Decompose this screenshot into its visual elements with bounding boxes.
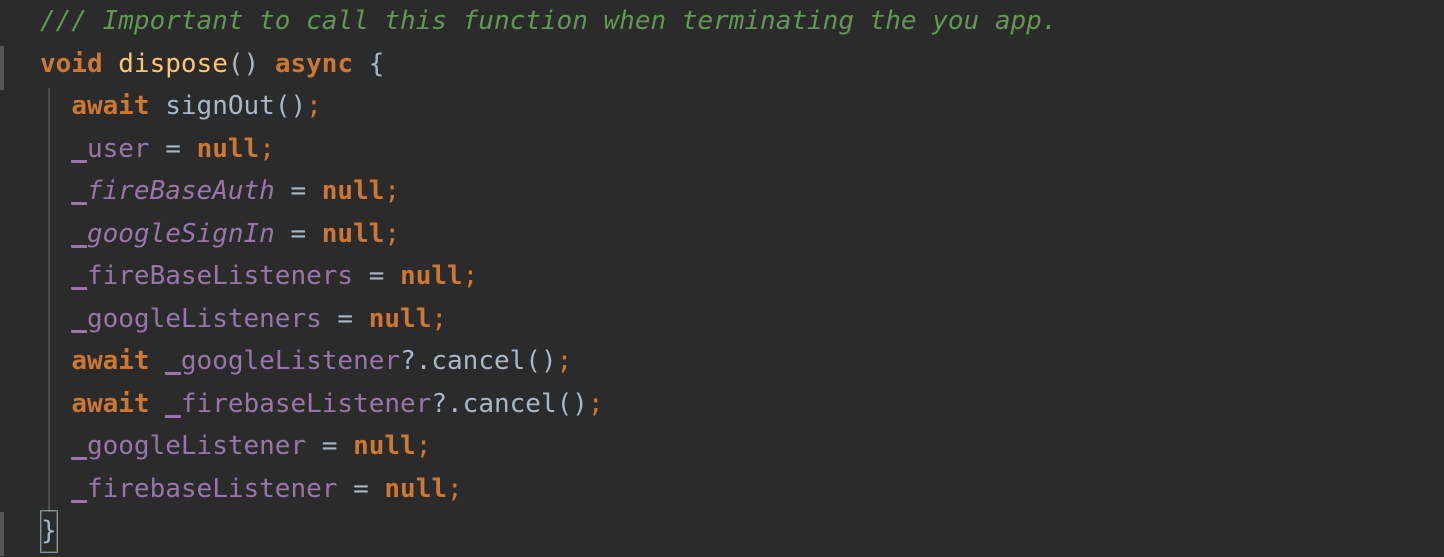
code-token-field: _user <box>71 133 150 164</box>
code-token-method: dispose <box>118 48 228 79</box>
code-token-keyword: await <box>71 91 150 121</box>
code-token-op: = <box>353 473 369 504</box>
code-lines-container[interactable]: /// Important to call this function when… <box>0 0 1444 553</box>
code-token-semi: ; <box>306 91 322 121</box>
code-token-keyword: null <box>321 218 385 249</box>
code-token-call: cancel <box>462 388 557 419</box>
code-line[interactable]: _user = null; <box>0 128 1444 171</box>
code-line[interactable]: await signOut(); <box>0 85 1444 128</box>
code-token-field: _googleListener <box>71 431 307 461</box>
code-line[interactable]: _googleListener = null; <box>0 425 1444 468</box>
code-line[interactable]: void dispose() async { <box>0 43 1444 86</box>
code-token-keyword: null <box>321 176 385 206</box>
code-token-field: _fireBaseListeners <box>71 261 354 291</box>
brace-match-highlight: } <box>40 510 58 553</box>
code-token-punct: ?. <box>431 388 463 419</box>
code-token-op: = <box>165 133 181 164</box>
code-token-semi: ; <box>384 176 401 206</box>
code-token-semi: ; <box>431 303 448 334</box>
code-token-keyword: void <box>40 48 103 79</box>
code-token-keyword: await <box>71 388 150 419</box>
code-token-keyword: await <box>71 346 150 376</box>
code-token-op: = <box>290 176 307 206</box>
code-line[interactable]: await _firebaseListener?.cancel(); <box>0 383 1444 426</box>
code-token-op: = <box>337 303 354 334</box>
code-token-semi: ; <box>462 261 479 291</box>
code-token-semi: ; <box>556 346 573 376</box>
code-token-field: _firebaseListener <box>165 388 432 419</box>
code-token-punct: () <box>525 346 557 376</box>
code-token-semi: ; <box>587 388 604 419</box>
code-token-op: = <box>368 261 385 291</box>
code-token-keyword: null <box>384 473 448 504</box>
code-token-brace: { <box>368 48 385 79</box>
code-token-keyword: null <box>196 133 260 164</box>
code-line[interactable]: } <box>0 510 1444 553</box>
code-token-punct: () <box>227 48 260 79</box>
code-token-field: _firebaseListener <box>71 473 338 504</box>
code-token-call: cancel <box>431 346 526 376</box>
code-token-keyword: null <box>368 303 432 334</box>
code-token-field-italic: _googleSignIn <box>71 218 275 249</box>
code-token-semi: ; <box>447 473 463 504</box>
code-token-comment: /// Important to call this function when… <box>40 6 1058 36</box>
code-token-punct: () <box>274 91 307 121</box>
code-token-punct: ?. <box>400 346 432 376</box>
code-token-field: _googleListener <box>165 346 401 376</box>
code-token-keyword: async <box>274 48 354 79</box>
code-line[interactable]: _fireBaseListeners = null; <box>0 255 1444 298</box>
code-token-field: _googleListeners <box>71 303 322 334</box>
code-line[interactable]: /// Important to call this function when… <box>0 0 1444 43</box>
code-token-semi: ; <box>415 431 432 461</box>
code-token-semi: ; <box>384 218 401 249</box>
code-token-keyword: null <box>353 431 416 461</box>
code-token-brace: } <box>41 516 57 546</box>
code-token-op: = <box>290 218 307 249</box>
code-token-op: = <box>321 431 338 461</box>
code-token-field-italic: _fireBaseAuth <box>71 176 275 206</box>
code-line[interactable]: _googleListeners = null; <box>0 298 1444 341</box>
code-line[interactable]: await _googleListener?.cancel(); <box>0 340 1444 383</box>
code-editor-viewport[interactable]: /// Important to call this function when… <box>0 0 1444 557</box>
code-token-punct: () <box>556 388 588 419</box>
code-token-call: signOut <box>165 91 275 121</box>
code-token-keyword: null <box>400 261 463 291</box>
code-token-semi: ; <box>259 133 275 164</box>
code-line[interactable]: _firebaseListener = null; <box>0 468 1444 511</box>
code-line[interactable]: _fireBaseAuth = null; <box>0 170 1444 213</box>
code-line[interactable]: _googleSignIn = null; <box>0 213 1444 256</box>
